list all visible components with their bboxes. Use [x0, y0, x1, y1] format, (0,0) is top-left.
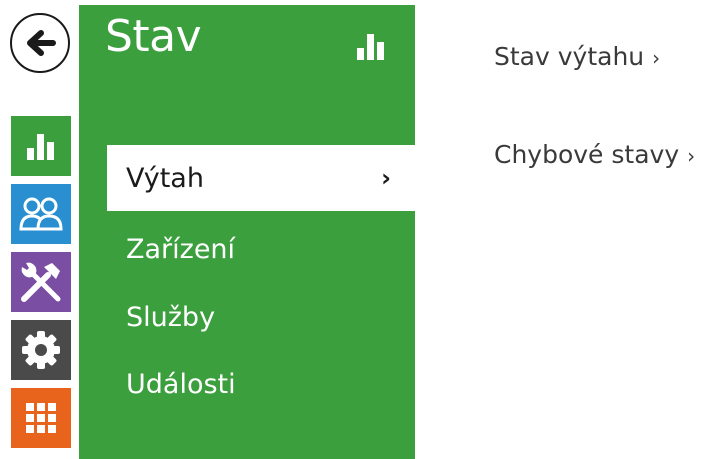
chevron-right-icon: › [652, 46, 661, 70]
chevron-right-icon: › [687, 144, 696, 168]
grid-icon [26, 403, 56, 433]
arrow-left-icon [27, 30, 56, 56]
link-label: Chybové stavy [494, 140, 680, 169]
menu-item-vytah[interactable]: Výtah › [107, 145, 415, 211]
back-button[interactable] [10, 13, 70, 73]
gear-icon [22, 331, 60, 369]
bar-chart-icon [27, 134, 54, 160]
menu-item-label: Zařízení [126, 233, 236, 265]
bar-chart-icon [357, 34, 384, 60]
menu-item-udalosti[interactable]: Události [79, 351, 415, 417]
rail-directory-button[interactable] [11, 184, 71, 244]
menu-item-label: Události [126, 368, 236, 400]
rail-services-button[interactable] [11, 388, 71, 448]
menu-item-label: Výtah [126, 162, 204, 194]
chevron-right-icon: › [381, 164, 391, 192]
tools-icon [21, 262, 61, 302]
menu-item-label: Služby [126, 301, 216, 333]
link-chybove-stavy[interactable]: Chybové stavy › [494, 140, 695, 169]
status-panel: Stav Výtah › Zařízení Služby Události [79, 5, 415, 459]
users-icon [19, 197, 63, 231]
rail-system-button[interactable] [11, 320, 71, 380]
rail-status-button[interactable] [11, 116, 71, 176]
app-page: Stav Výtah › Zařízení Služby Události St… [0, 0, 708, 459]
panel-title: Stav [105, 11, 202, 62]
link-label: Stav výtahu [494, 42, 645, 71]
rail-hardware-button[interactable] [11, 252, 71, 312]
menu-item-sluzby[interactable]: Služby [79, 284, 415, 350]
menu-item-zarizeni[interactable]: Zařízení [79, 216, 415, 282]
link-stav-vytahu[interactable]: Stav výtahu › [494, 42, 660, 71]
